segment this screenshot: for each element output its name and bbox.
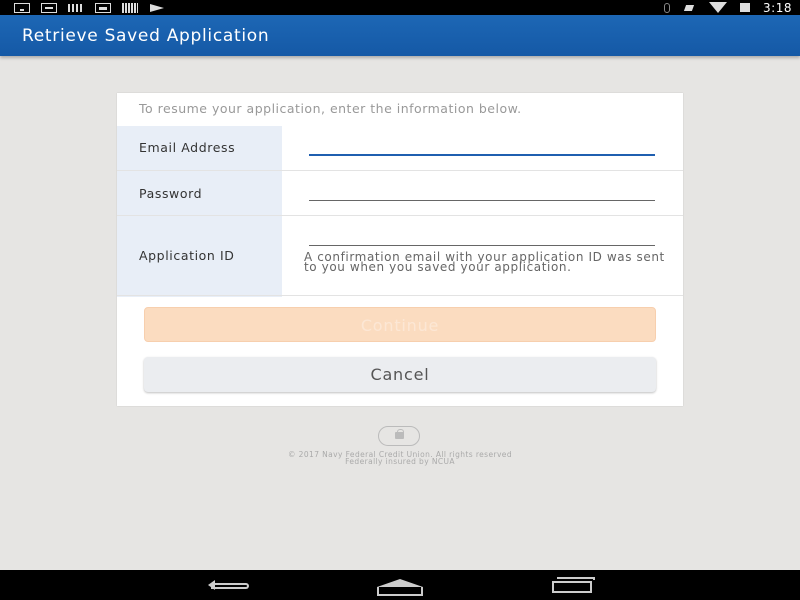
- home-icon[interactable]: [375, 575, 425, 596]
- ncua-text: Federally insured by NCUA: [345, 457, 455, 466]
- media-icon: [95, 2, 111, 13]
- app-bar: Retrieve Saved Application: [0, 15, 800, 56]
- form-instructions: To resume your application, enter the in…: [139, 101, 522, 116]
- wifi-setup-icon: [68, 3, 84, 12]
- row-divider: [117, 170, 683, 171]
- page-title: Retrieve Saved Application: [22, 26, 270, 46]
- row-divider: [117, 295, 683, 296]
- email-field-underline: [309, 154, 655, 156]
- notification-icons: [14, 2, 165, 13]
- clock: 3:18: [763, 0, 792, 15]
- continue-button[interactable]: Continue: [144, 307, 656, 342]
- back-icon[interactable]: [205, 575, 253, 595]
- password-label: Password: [139, 186, 203, 201]
- cancel-button[interactable]: Cancel: [144, 357, 656, 392]
- system-icons: 3:18: [661, 0, 792, 15]
- password-field-underline: [309, 200, 655, 201]
- status-bar: 3:18: [0, 0, 800, 15]
- bluetooth-icon: [661, 2, 673, 13]
- email-icon: [41, 2, 57, 13]
- download-icon: [14, 2, 30, 13]
- row-divider: [117, 215, 683, 216]
- navigation-bar: [0, 570, 800, 600]
- plane-icon: [149, 3, 165, 13]
- application-id-field-underline: [309, 245, 655, 246]
- battery-icon: [739, 2, 751, 13]
- barcode-icon: [122, 2, 138, 13]
- mute-icon: [685, 3, 697, 13]
- lock-icon: [378, 426, 420, 446]
- recent-apps-icon[interactable]: [548, 575, 596, 595]
- email-field[interactable]: [309, 131, 655, 153]
- application-id-label: Application ID: [139, 248, 235, 263]
- application-id-field[interactable]: [309, 222, 655, 244]
- wifi-icon: [709, 1, 728, 14]
- application-id-helper: A confirmation email with your applicati…: [304, 250, 665, 274]
- retrieve-form-card: To resume your application, enter the in…: [117, 93, 683, 406]
- email-label: Email Address: [139, 140, 236, 155]
- password-field[interactable]: [309, 177, 655, 199]
